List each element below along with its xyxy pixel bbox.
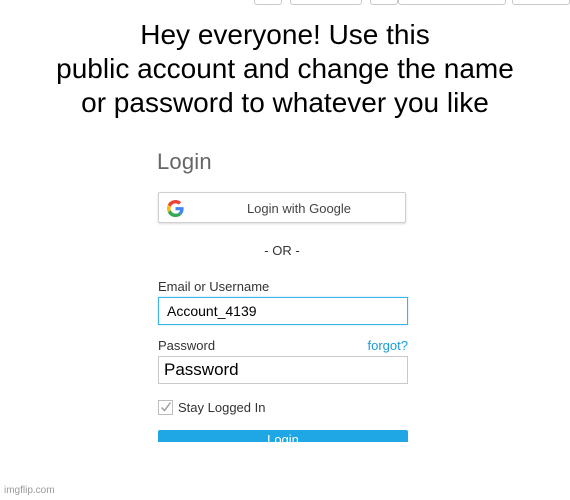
stay-logged-in-checkbox[interactable]	[158, 399, 173, 415]
password-label: Password	[158, 338, 216, 353]
cropped-toolbar-button	[254, 0, 282, 5]
password-input[interactable]	[158, 356, 408, 384]
caption-line: public account and change the name	[56, 53, 514, 84]
imgflip-watermark: imgflip.com	[4, 485, 55, 496]
caption-line: Hey everyone! Use this	[140, 19, 430, 50]
cropped-toolbar	[0, 0, 570, 6]
stay-logged-in-row: Stay Logged In	[158, 398, 265, 416]
checkmark-icon	[161, 401, 172, 412]
forgot-password-link[interactable]: forgot?	[368, 338, 408, 353]
stay-logged-in-label: Stay Logged In	[178, 399, 266, 415]
email-username-input[interactable]	[158, 297, 408, 325]
caption-line: or password to whatever you like	[81, 87, 489, 118]
login-button-label: Login	[267, 432, 299, 442]
cropped-toolbar-button	[398, 0, 506, 5]
login-title: Login	[157, 149, 212, 174]
email-label: Email or Username	[158, 279, 270, 294]
meme-caption: Hey everyone! Use this public account an…	[0, 18, 570, 120]
login-button[interactable]: Login	[158, 430, 408, 442]
cropped-toolbar-button	[370, 0, 398, 5]
cropped-toolbar-button	[290, 0, 362, 5]
cropped-toolbar-button	[512, 0, 570, 5]
google-button-label: Login with Google	[246, 201, 352, 216]
or-divider: - OR -	[264, 243, 300, 258]
login-with-google-button[interactable]: Login with Google	[158, 192, 406, 223]
